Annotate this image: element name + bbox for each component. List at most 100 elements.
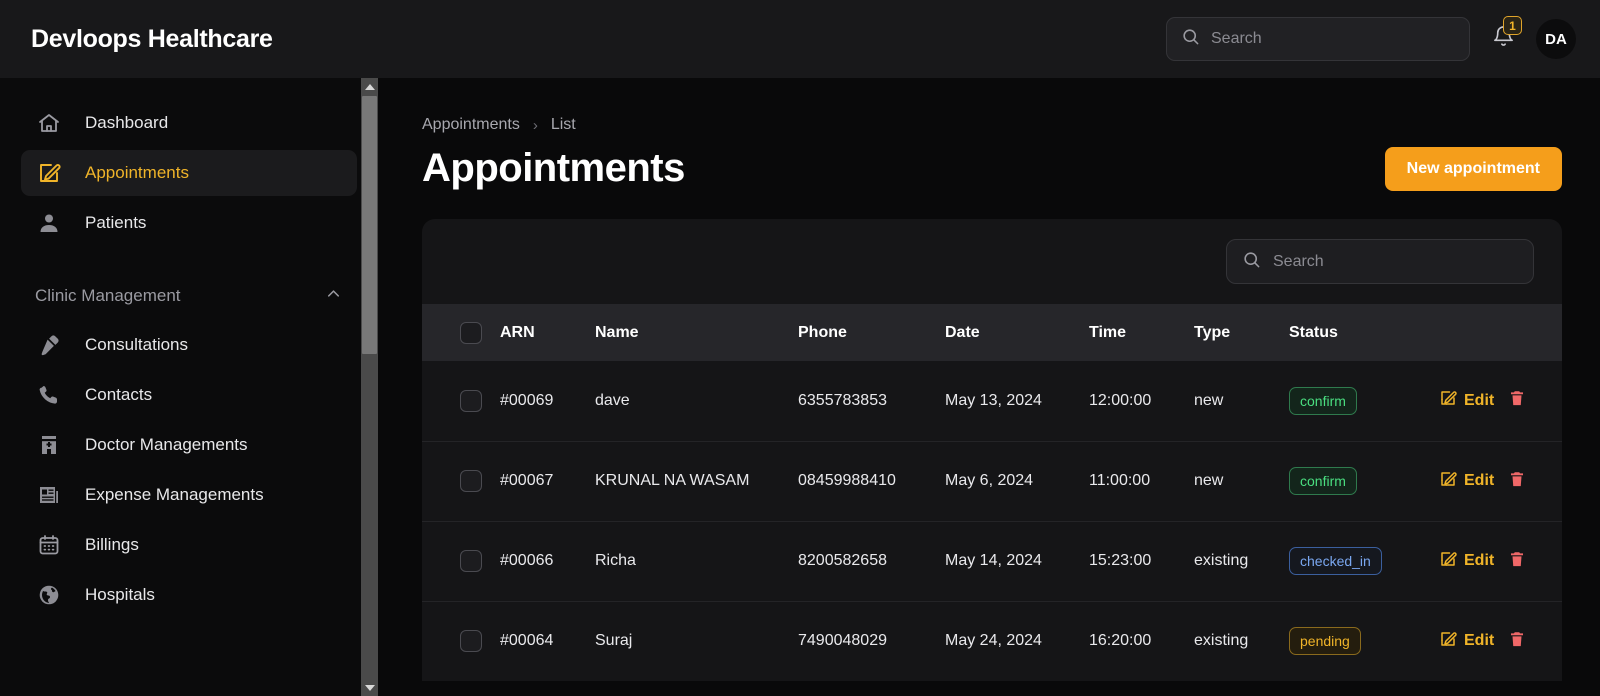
pencil-square-icon xyxy=(1439,470,1457,493)
page-title: Appointments xyxy=(422,146,685,190)
cell-date: May 6, 2024 xyxy=(945,440,1089,521)
notifications-button[interactable]: 1 xyxy=(1488,16,1522,56)
sidebar-item-contacts[interactable]: Contacts xyxy=(21,372,357,418)
row-checkbox[interactable] xyxy=(460,550,482,572)
search-icon xyxy=(1181,27,1200,51)
sidebar-item-appointments[interactable]: Appointments xyxy=(21,150,357,196)
sidebar-item-label: Contacts xyxy=(85,385,153,404)
stethoscope-icon xyxy=(35,331,63,359)
edit-button[interactable]: Edit xyxy=(1439,389,1494,412)
app-root: Devloops Healthcare Search 1 DA Dashboar… xyxy=(0,0,1600,696)
edit-label: Edit xyxy=(1464,472,1495,489)
column-header-status[interactable]: Status xyxy=(1289,304,1439,361)
global-search-box[interactable]: Search xyxy=(1166,17,1470,61)
calendar-icon xyxy=(35,531,63,559)
sidebar-item-label: Expense Managements xyxy=(85,485,264,504)
pencil-square-icon xyxy=(35,159,63,187)
sidebar-item-hospitals[interactable]: Hospitals xyxy=(21,572,357,618)
appointments-table-card: Search ARN Name Phone Date Time Type Sta… xyxy=(422,219,1562,681)
breadcrumb-parent[interactable]: Appointments xyxy=(422,116,520,134)
row-select-cell xyxy=(422,520,500,601)
row-checkbox[interactable] xyxy=(460,389,482,412)
row-select-cell xyxy=(422,361,500,441)
sidebar-item-dashboard[interactable]: Dashboard xyxy=(21,100,357,146)
scroll-up-arrow-icon[interactable] xyxy=(361,78,378,95)
cell-name: Richa xyxy=(595,520,798,601)
cell-phone: 8200582658 xyxy=(798,520,945,601)
building-icon xyxy=(35,431,63,459)
cell-time: 12:00:00 xyxy=(1089,391,1152,409)
sidebar-item-label: Consultations xyxy=(85,335,189,354)
cell-status: confirm xyxy=(1289,440,1439,521)
cell-actions: Edit xyxy=(1439,520,1562,601)
status-badge: checked_in xyxy=(1289,547,1382,575)
column-header-actions xyxy=(1439,304,1562,361)
column-header-phone[interactable]: Phone xyxy=(798,304,945,361)
cell-arn: #00064 xyxy=(500,600,595,681)
column-header-date[interactable]: Date xyxy=(945,304,1089,361)
table-search-box[interactable]: Search xyxy=(1226,239,1534,284)
user-icon xyxy=(35,209,63,237)
scroll-down-arrow-icon[interactable] xyxy=(361,679,378,696)
delete-button[interactable] xyxy=(1508,470,1526,493)
new-appointment-button[interactable]: New appointment xyxy=(1384,146,1562,191)
scrollbar-thumb[interactable] xyxy=(362,96,377,354)
sidebar-scrollbar[interactable] xyxy=(361,78,378,696)
pencil-square-icon xyxy=(1439,550,1457,573)
trash-icon xyxy=(1508,470,1526,493)
column-header-arn[interactable]: ARN xyxy=(500,304,595,361)
sidebar-item-expense-managements[interactable]: Expense Managements xyxy=(21,472,357,518)
delete-button[interactable] xyxy=(1508,630,1526,653)
cell-arn: #00067 xyxy=(500,440,595,521)
row-checkbox[interactable] xyxy=(460,630,482,653)
cell-type: new xyxy=(1194,391,1224,409)
edit-button[interactable]: Edit xyxy=(1439,550,1494,573)
status-badge: confirm xyxy=(1289,386,1357,415)
sidebar-item-label: Patients xyxy=(85,213,147,232)
row-select-cell xyxy=(422,600,500,681)
breadcrumb-current: List xyxy=(550,116,576,133)
cell-name: dave xyxy=(595,391,630,409)
select-all-header xyxy=(422,304,500,361)
table-row[interactable]: #00067 KRUNAL NA WASAM 08459988410 May 6… xyxy=(422,440,1562,521)
table-header: ARN Name Phone Date Time Type Status xyxy=(422,304,1562,361)
delete-button[interactable] xyxy=(1508,389,1526,412)
sidebar-item-label: Doctor Managements xyxy=(85,435,248,454)
cell-actions: Edit xyxy=(1439,361,1562,441)
sidebar-item-patients[interactable]: Patients xyxy=(21,200,357,246)
page-header: Appointments New appointment xyxy=(422,146,1562,191)
chevron-up-icon xyxy=(324,284,343,308)
pencil-square-icon xyxy=(1439,389,1457,412)
edit-label: Edit xyxy=(1464,632,1495,650)
column-header-name[interactable]: Name xyxy=(595,304,798,361)
table-row[interactable]: #00064 Suraj 7490048029 May 24, 2024 16:… xyxy=(422,600,1562,681)
cell-type: existing xyxy=(1194,520,1289,601)
sidebar-item-billings[interactable]: Billings xyxy=(21,522,357,568)
delete-button[interactable] xyxy=(1508,550,1526,573)
avatar[interactable]: DA xyxy=(1536,19,1576,59)
cell-arn: #00069 xyxy=(500,391,554,409)
newspaper-icon xyxy=(35,481,63,509)
row-checkbox[interactable] xyxy=(460,470,482,492)
sidebar-item-doctor-managements[interactable]: Doctor Managements xyxy=(21,422,357,468)
table-row[interactable]: #00066 Richa 8200582658 May 14, 2024 15:… xyxy=(422,520,1562,601)
sidebar-item-consultations[interactable]: Consultations xyxy=(21,322,357,368)
cell-status: checked_in xyxy=(1289,520,1439,601)
edit-label: Edit xyxy=(1464,391,1495,409)
cell-name: Suraj xyxy=(595,600,798,681)
cell-phone: 08459988410 xyxy=(798,440,945,521)
edit-button[interactable]: Edit xyxy=(1439,630,1494,653)
edit-button[interactable]: Edit xyxy=(1439,470,1494,493)
select-all-checkbox[interactable] xyxy=(460,321,482,344)
breadcrumb: Appointments › List xyxy=(422,116,1562,134)
sidebar-section-label: Clinic Management xyxy=(35,286,181,305)
table-body: #00069 dave 6355783853 May 13, 2024 12:0… xyxy=(422,361,1562,681)
cell-phone: 7490048029 xyxy=(798,600,945,681)
sidebar: Dashboard Appointments Patients Clinic M… xyxy=(0,78,378,696)
globe-icon xyxy=(35,581,63,609)
column-header-time[interactable]: Time xyxy=(1089,304,1194,361)
column-header-type[interactable]: Type xyxy=(1194,304,1289,361)
sidebar-section-clinic-management[interactable]: Clinic Management xyxy=(21,276,357,316)
cell-name: KRUNAL NA WASAM xyxy=(595,440,798,521)
table-row[interactable]: #00069 dave 6355783853 May 13, 2024 12:0… xyxy=(422,361,1562,441)
